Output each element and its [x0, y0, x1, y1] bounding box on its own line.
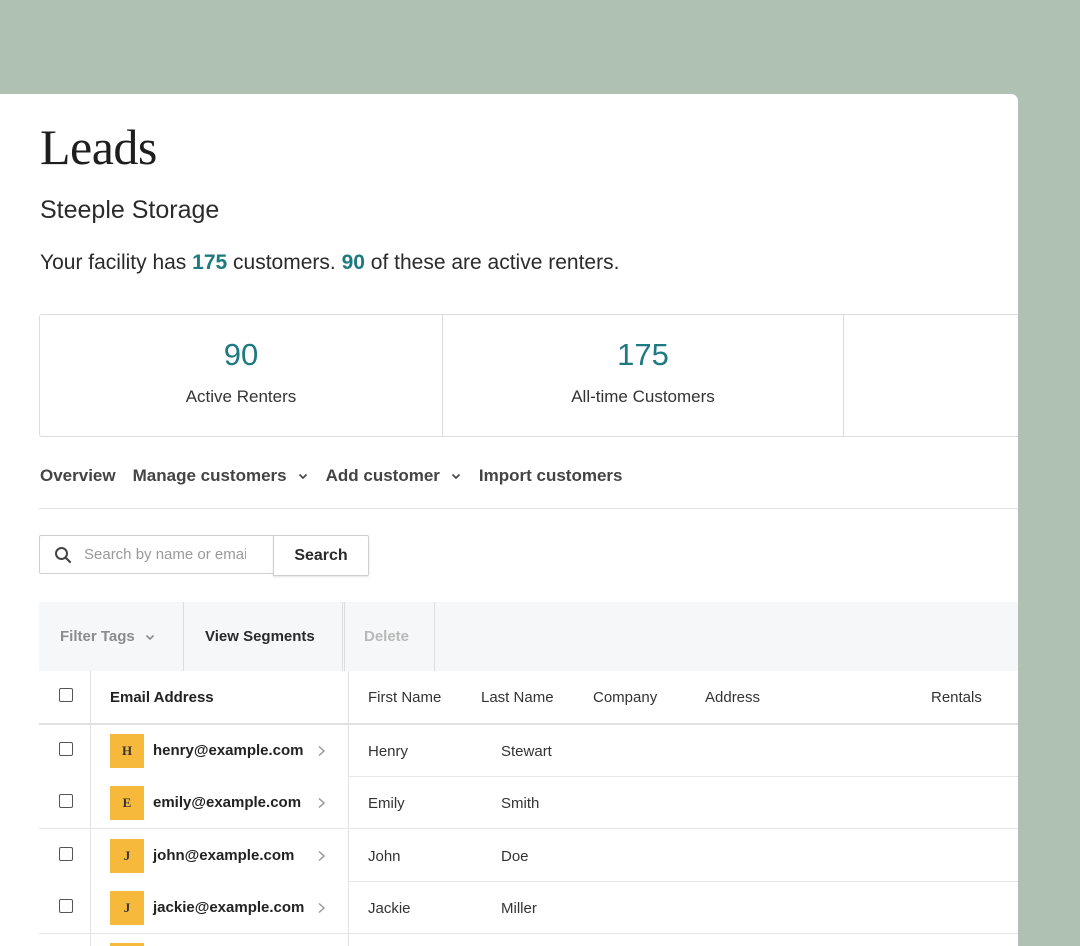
toolbar-divider [434, 602, 435, 671]
row-first-name: Emily [368, 795, 405, 812]
chevron-right-icon[interactable] [317, 850, 326, 862]
nav-add-customer-label: Add customer [325, 466, 440, 485]
nav-manage-customers[interactable]: Manage customers [133, 466, 309, 486]
view-segments-button[interactable]: View Segments [205, 602, 315, 671]
nav-overview[interactable]: Overview [40, 466, 116, 486]
row-checkbox[interactable] [59, 742, 73, 756]
nav-overview-label: Overview [40, 466, 116, 485]
stat-value: 175 [617, 337, 669, 372]
stat-active-renters: 90 Active Renters [40, 315, 443, 436]
row-email[interactable]: emily@example.com [153, 794, 301, 811]
chevron-right-icon[interactable] [317, 797, 326, 809]
delete-button[interactable]: Delete [364, 602, 409, 671]
row-last-name: Smith [501, 795, 540, 812]
row-last-name: Miller [501, 900, 537, 917]
header-address[interactable]: Address [705, 671, 760, 723]
nav-manage-customers-label: Manage customers [132, 466, 287, 485]
avatar: E [110, 786, 144, 820]
customer-summary: Your facility has 175 customers. 90 of t… [40, 251, 619, 275]
facility-name: Steeple Storage [40, 196, 220, 224]
row-checkbox[interactable] [59, 899, 73, 913]
table-row[interactable]: H henry@example.com Henry Stewart [39, 725, 1018, 777]
search-input[interactable] [82, 545, 248, 564]
background-corner [1020, 0, 1080, 40]
column-divider [90, 777, 91, 829]
table-row[interactable] [39, 934, 1018, 946]
table-row[interactable]: E emily@example.com Emily Smith [39, 777, 1018, 829]
toolbar-divider [342, 602, 343, 671]
chevron-down-icon [298, 473, 307, 480]
header-rentals[interactable]: Rentals [931, 671, 982, 723]
row-checkbox[interactable] [59, 794, 73, 808]
header-first-name[interactable]: First Name [368, 671, 441, 723]
avatar: J [110, 891, 144, 925]
table-header: Email Address First Name Last Name Compa… [39, 671, 1018, 725]
row-first-name: John [368, 848, 401, 865]
stat-label: Active Renters [185, 387, 297, 406]
column-divider [90, 671, 91, 723]
page-title: Leads [40, 119, 157, 175]
column-divider [90, 882, 91, 934]
nav-divider [39, 508, 1018, 509]
avatar: H [110, 734, 144, 768]
row-email[interactable]: john@example.com [153, 847, 294, 864]
stats-panel: 90 Active Renters 175 All-time Customers [39, 314, 1018, 437]
row-checkbox[interactable] [59, 847, 73, 861]
toolbar-divider [344, 602, 345, 671]
column-divider [348, 671, 349, 723]
select-all-checkbox[interactable] [59, 688, 73, 702]
filter-tags-label: Filter Tags [60, 628, 135, 645]
table-toolbar: Filter Tags View Segments Delete [39, 602, 1018, 671]
chevron-down-icon [451, 473, 460, 480]
stat-value: 90 [223, 337, 259, 372]
column-divider [90, 934, 91, 946]
header-last-name[interactable]: Last Name [481, 671, 554, 723]
summary-customers-count: 175 [192, 251, 228, 274]
nav-import-customers[interactable]: Import customers [479, 466, 623, 486]
column-divider [90, 830, 91, 882]
stat-all-time-customers: 175 All-time Customers [443, 315, 844, 436]
table-row[interactable]: J jackie@example.com Jackie Miller [39, 882, 1018, 934]
column-divider [348, 882, 349, 934]
search-field[interactable] [39, 535, 273, 574]
stat-label: All-time Customers [571, 387, 715, 406]
avatar: J [110, 839, 144, 873]
search-icon [55, 546, 72, 563]
chevron-right-icon[interactable] [317, 745, 326, 757]
row-divider [39, 828, 1018, 829]
nav-import-customers-label: Import customers [478, 466, 623, 485]
row-email[interactable]: jackie@example.com [153, 899, 304, 916]
toolbar-divider [183, 602, 184, 671]
leads-nav: Overview Manage customers Add customer I… [40, 466, 640, 486]
chevron-down-icon [145, 634, 154, 640]
row-last-name: Stewart [501, 743, 552, 760]
row-first-name: Henry [368, 743, 409, 760]
row-first-name: Jackie [368, 900, 411, 917]
column-divider [348, 934, 349, 946]
summary-active-count: 90 [341, 251, 365, 274]
chevron-right-icon[interactable] [317, 902, 326, 914]
search-button[interactable]: Search [273, 535, 369, 576]
row-last-name: Doe [501, 848, 529, 865]
summary-middle: customers. [233, 251, 336, 274]
header-email[interactable]: Email Address [110, 671, 214, 723]
summary-suffix: of these are active renters. [370, 251, 620, 274]
column-divider [90, 725, 91, 777]
filter-tags-dropdown[interactable]: Filter Tags [60, 602, 156, 671]
row-email[interactable]: henry@example.com [153, 742, 304, 759]
header-company[interactable]: Company [593, 671, 657, 723]
summary-prefix: Your facility has [40, 251, 187, 274]
column-divider [348, 725, 349, 777]
leads-panel: Leads Steeple Storage Your facility has … [0, 94, 1018, 946]
nav-add-customer[interactable]: Add customer [326, 466, 462, 486]
column-divider [348, 830, 349, 882]
table-row[interactable]: J john@example.com John Doe [39, 830, 1018, 882]
column-divider [348, 777, 349, 829]
